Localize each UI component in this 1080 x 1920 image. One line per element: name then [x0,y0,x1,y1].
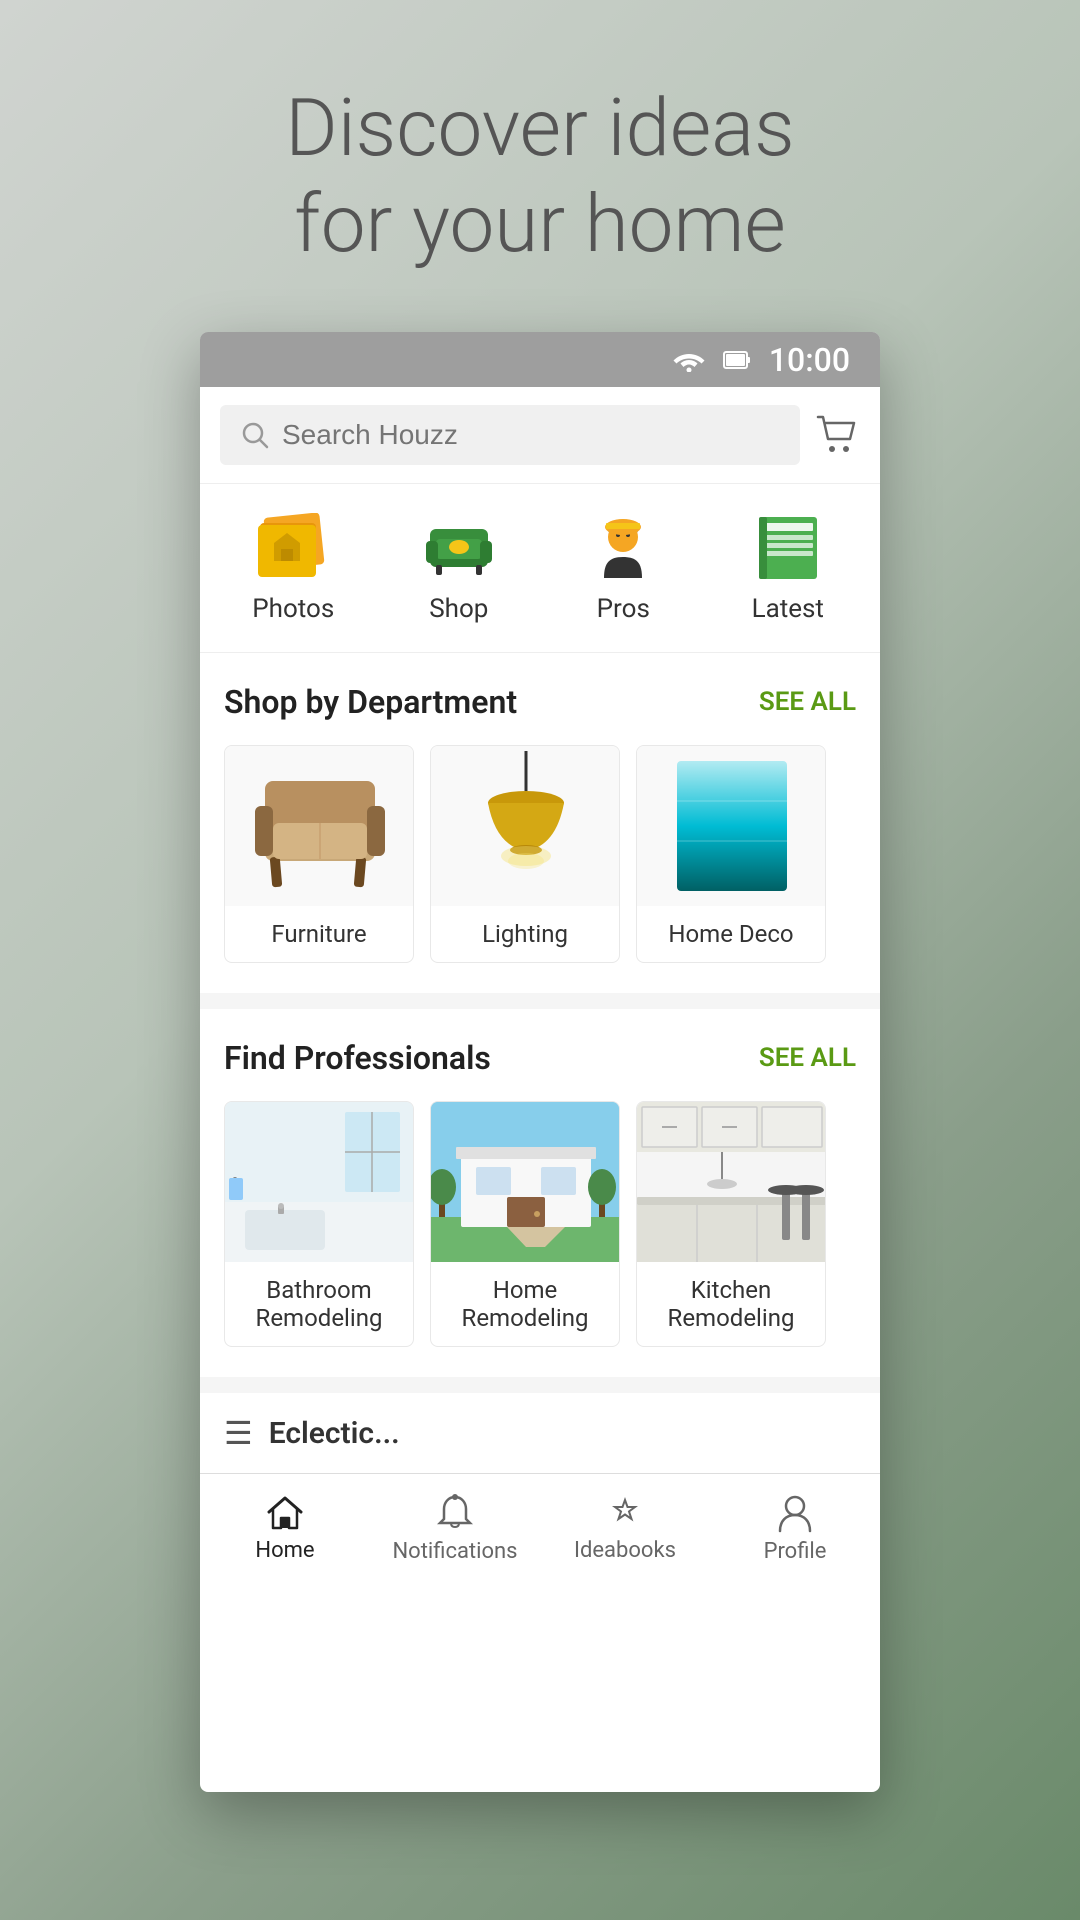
list-icon: ☰ [224,1414,253,1452]
shop-by-dept-section: Shop by Department SEE ALL [200,653,880,993]
pros-label: Pros [597,594,650,624]
ideabooks-icon [605,1494,645,1532]
home-remodeling-image [431,1102,620,1262]
photos-label: Photos [252,594,334,624]
ideabooks-nav-label: Ideabooks [574,1538,676,1563]
dept-card-furniture[interactable]: Furniture [224,745,414,963]
content-section: Shop by Department SEE ALL [200,653,880,1473]
bottom-nav-profile[interactable]: Profile [710,1483,880,1574]
dept-card-homedeco[interactable]: Home Deco [636,745,826,963]
profile-icon [776,1493,814,1533]
homedeco-image [647,751,817,901]
bottom-nav: Home Notifications Ideabooks [200,1473,880,1583]
hero-title: Discover ideas for your home [60,80,1020,272]
shop-icon [420,513,498,583]
pros-section-title: Find Professionals [224,1039,491,1077]
hero-section: Discover ideas for your home [0,0,1080,332]
pros-card-kitchen[interactable]: Kitchen Remodeling [636,1101,826,1347]
pros-card-homeremod[interactable]: Home Remodeling [430,1101,620,1347]
furniture-image [235,751,405,901]
latest-icon [749,513,827,583]
shop-section-title: Shop by Department [224,683,517,721]
nav-item-pros[interactable]: Pros [563,504,683,632]
pros-cards-row: Bathroom Remodeling [224,1101,856,1347]
phone-frame: 10:00 [200,332,880,1792]
homedeco-label: Home Deco [637,906,825,962]
bathroom-label: Bathroom Remodeling [225,1262,413,1346]
bottom-nav-notifications[interactable]: Notifications [370,1483,540,1574]
lighting-image [441,751,611,901]
status-bar: 10:00 [200,332,880,387]
pros-icon [584,513,662,583]
kitchen-image [637,1102,826,1262]
battery-icon [723,349,751,371]
shop-see-all-link[interactable]: SEE ALL [759,687,856,717]
bottom-nav-home[interactable]: Home [200,1484,370,1573]
nav-item-shop[interactable]: Shop [399,504,519,632]
status-time: 10:00 [769,341,850,379]
search-input-wrapper[interactable] [220,405,800,465]
bathroom-image [225,1102,414,1262]
latest-label: Latest [752,594,824,624]
wifi-icon [673,348,705,372]
partial-section: ☰ Eclectic... [200,1393,880,1473]
search-bar-container [200,387,880,484]
notifications-icon [436,1493,474,1533]
furniture-label: Furniture [225,906,413,962]
dept-cards-row: Furniture [224,745,856,963]
photos-icon [254,513,332,583]
bottom-nav-ideabooks[interactable]: Ideabooks [540,1484,710,1573]
home-icon [265,1494,305,1532]
home-nav-label: Home [255,1538,314,1563]
nav-item-photos[interactable]: Photos [232,504,354,632]
notifications-nav-label: Notifications [392,1539,517,1564]
pros-card-bathroom[interactable]: Bathroom Remodeling [224,1101,414,1347]
partial-section-title: Eclectic... [269,1416,400,1451]
homeremod-label: Home Remodeling [431,1262,619,1346]
pros-see-all-link[interactable]: SEE ALL [759,1043,856,1073]
nav-icons-row: Photos [200,484,880,653]
shop-label: Shop [429,594,488,624]
search-input[interactable] [282,419,780,451]
cart-icon[interactable] [816,415,860,455]
profile-nav-label: Profile [764,1539,827,1564]
search-icon [240,420,270,450]
find-pros-section: Find Professionals SEE ALL [200,1009,880,1377]
nav-item-latest[interactable]: Latest [728,504,848,632]
lighting-label: Lighting [431,906,619,962]
dept-card-lighting[interactable]: Lighting [430,745,620,963]
kitchen-label: Kitchen Remodeling [637,1262,825,1346]
